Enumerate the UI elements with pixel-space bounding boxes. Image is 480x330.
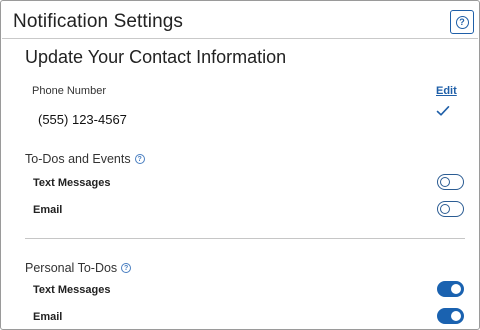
edit-phone-link[interactable]: Edit [436,85,457,97]
toggle-knob [440,203,450,214]
help-button[interactable]: ? [450,10,474,34]
phone-number-value: (555) 123-4567 [38,112,127,127]
checkmark-icon [436,106,450,116]
header-divider [2,38,478,39]
info-question-icon[interactable]: ? [121,263,132,273]
section-title-text: Personal To-Dos [25,261,118,275]
toggle-knob [451,283,461,294]
contact-info-heading: Update Your Contact Information [25,47,287,67]
phone-number-label: Phone Number [32,85,106,97]
question-circle-icon: ? [455,15,469,29]
toggle-knob [451,310,461,321]
todos-events-email-label: Email [33,204,63,216]
section-title-personal-todos: Personal To-Dos ? [25,261,132,275]
section-title-text: To-Dos and Events [25,152,131,166]
personal-todos-email-label: Email [33,311,63,323]
todos-events-email-toggle[interactable] [437,201,464,217]
section-title-todos-events: To-Dos and Events ? [25,152,145,166]
toggle-knob [440,176,450,187]
todos-events-text-messages-toggle[interactable] [437,174,464,190]
personal-todos-text-messages-label: Text Messages [33,284,111,296]
info-question-icon[interactable]: ? [134,154,145,164]
page-title: Notification Settings [13,11,184,32]
section-divider [25,238,465,239]
personal-todos-email-toggle[interactable] [437,308,464,324]
notification-settings-panel: Notification Settings ? Update Your Cont… [0,0,480,330]
todos-events-text-messages-label: Text Messages [33,177,111,189]
personal-todos-text-messages-toggle[interactable] [437,281,464,297]
